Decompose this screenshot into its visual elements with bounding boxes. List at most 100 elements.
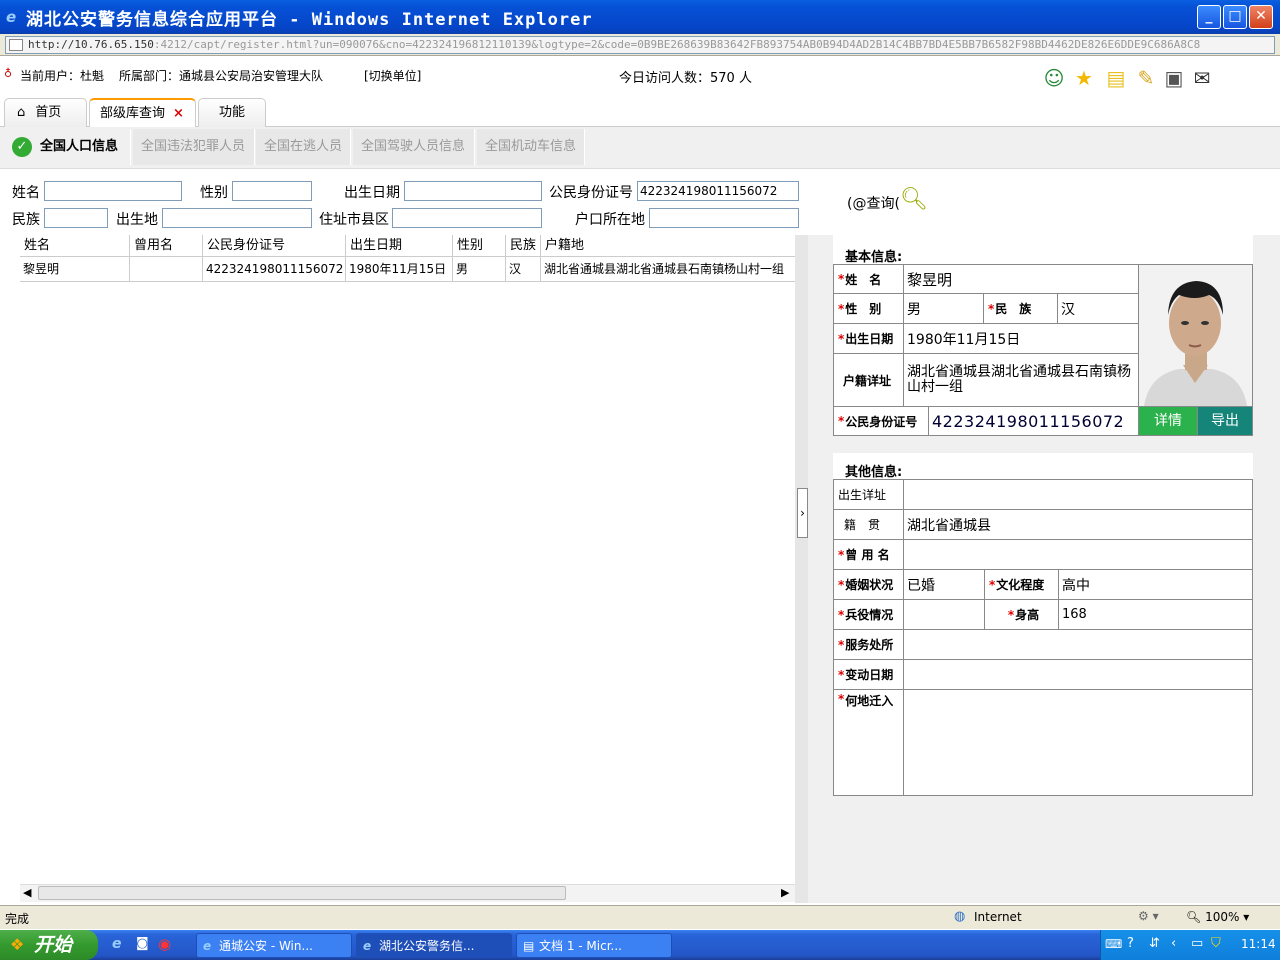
table-cell[interactable]: 422324198011156072 — [203, 257, 346, 282]
col-household[interactable]: 户籍地 — [541, 235, 795, 257]
tray-arrow-icon[interactable]: ‹ — [1171, 936, 1176, 951]
help-icon[interactable]: ? — [1127, 936, 1134, 951]
start-button[interactable]: ❖ 开始 — [0, 930, 98, 960]
col-alias[interactable]: 曾用名 — [130, 235, 203, 257]
status-bar: 完成 ◍ Internet ⚙ ▾ 🔍︎ 100% ▾ — [0, 905, 1280, 929]
export-button[interactable]: 导出 — [1197, 406, 1253, 436]
user-bar: ♁ 当前用户：杜魁 所属部门：通城县公安局治安管理大队 [切换单位] 今日访问人… — [0, 57, 1280, 95]
task-hubei-platform[interactable]: e 湖北公安警务信... — [356, 933, 512, 958]
table-cell[interactable]: 男 — [453, 257, 506, 282]
search-icon[interactable]: 🔍︎ — [900, 187, 928, 212]
tab-function[interactable]: 功能 — [198, 98, 266, 127]
url-host: http://10.76.65.150 — [28, 38, 154, 51]
name-label: 姓名 — [12, 185, 40, 201]
id-card-icon[interactable]: ▣ — [1162, 66, 1186, 90]
clock[interactable]: 11:14 — [1241, 937, 1276, 951]
task-tongcheng[interactable]: e 通城公安 - Win... — [196, 933, 352, 958]
star-icon[interactable]: ★ — [1072, 66, 1096, 90]
ie-quicklaunch-icon[interactable]: e — [112, 936, 122, 952]
birthdate-input[interactable] — [404, 181, 542, 201]
address-bar: http://10.76.65.150:4212/capt/register.h… — [0, 34, 1280, 56]
word-task-icon: ▤ — [523, 939, 535, 953]
switch-unit-link[interactable]: [切换单位] — [364, 67, 421, 84]
visit-count: 今日访问人数：570 人 — [619, 71, 752, 86]
close-button[interactable]: ✕ — [1249, 5, 1273, 29]
detail-button[interactable]: 详情 — [1138, 406, 1198, 436]
id-label: 公民身份证号 — [549, 185, 633, 201]
tab-home[interactable]: ⌂ 首页 — [4, 98, 87, 127]
gender-field-label: * 性 别 — [833, 293, 904, 324]
birthplace-input[interactable] — [162, 208, 312, 228]
edu-value: 高中 — [1058, 569, 1253, 600]
gender-value: 男 — [903, 293, 984, 324]
table-cell[interactable]: 汉 — [506, 257, 541, 282]
person-photo — [1138, 264, 1253, 407]
gender-input[interactable] — [232, 181, 312, 201]
household-input[interactable] — [649, 208, 799, 228]
col-birth[interactable]: 出生日期 — [346, 235, 453, 257]
maximize-button[interactable]: □ — [1223, 5, 1247, 29]
mail-icon[interactable]: ✉ — [1190, 66, 1214, 90]
ethnic-label: 民族 — [12, 212, 40, 228]
table-cell[interactable]: 1980年11月15日 — [346, 257, 453, 282]
ie-task-icon: e — [203, 939, 212, 953]
query-button[interactable]: (@查询( — [847, 193, 900, 213]
table-cell[interactable]: 湖北省通城县湖北省通城县石南镇杨山村一组 — [541, 257, 795, 282]
splitter[interactable]: › — [795, 235, 808, 903]
support-icon[interactable]: ☺ — [1042, 66, 1066, 90]
protected-mode-icon[interactable]: ⚙ ▾ — [1138, 909, 1159, 923]
portrait-image — [1139, 265, 1252, 406]
collapse-arrow-icon[interactable]: › — [797, 488, 808, 538]
gender-label: 性别 — [200, 185, 228, 201]
scroll-left-icon[interactable]: ◀ — [23, 886, 31, 899]
grid-gutter — [0, 235, 20, 903]
monitor-icon[interactable]: ▭ — [1191, 936, 1203, 951]
birthplace-value — [903, 479, 1253, 510]
alias-field-label: * 曾 用 名 — [833, 539, 904, 570]
result-grid: 姓名 曾用名 公民身份证号 出生日期 性别 民族 户籍地 黎昱明 4223241… — [20, 235, 795, 885]
task-word-document[interactable]: ▤ 文档 1 - Micr... — [516, 933, 672, 958]
subtab-driver[interactable]: 全国驾驶人员信息 — [353, 129, 475, 165]
name-input[interactable] — [44, 181, 182, 201]
subtab-vehicle[interactable]: 全国机动车信息 — [477, 129, 585, 165]
table-cell[interactable]: 黎昱明 — [20, 257, 130, 282]
notepad-icon[interactable]: ▤ — [1104, 66, 1128, 90]
county-input[interactable] — [392, 208, 542, 228]
url-field[interactable]: http://10.76.65.150:4212/capt/register.h… — [5, 36, 1275, 54]
subtab-fugitive[interactable]: 全国在逃人员 — [256, 129, 351, 165]
tab-home-label: 首页 — [35, 105, 62, 120]
col-name[interactable]: 姓名 — [20, 235, 130, 257]
scroll-right-icon[interactable]: ▶ — [781, 886, 789, 899]
col-gender[interactable]: 性别 — [453, 235, 506, 257]
scroll-thumb[interactable] — [38, 886, 566, 900]
table-cell[interactable] — [130, 257, 203, 282]
desktop-quicklaunch-icon[interactable]: ◙ — [136, 936, 149, 951]
database-tabs: ✓ 全国人口信息 全国违法犯罪人员 全国在逃人员 全国驾驶人员信息 全国机动车信息 — [0, 127, 1280, 169]
minimize-button[interactable]: _ — [1197, 5, 1221, 29]
check-icon: ✓ — [12, 136, 32, 157]
col-ethnic[interactable]: 民族 — [506, 235, 541, 257]
current-user: 当前用户：杜魁 — [20, 69, 105, 83]
ethnic-input[interactable] — [44, 208, 108, 228]
subtab-population[interactable]: ✓ 全国人口信息 — [4, 129, 131, 165]
birth-field-label: * 出生日期 — [833, 323, 904, 354]
url-rest: :4212/capt/register.html?un=090076&cno=4… — [153, 38, 1201, 51]
tab-query[interactable]: 部级库查询 × — [89, 98, 196, 128]
household-label: 户口所在地 — [575, 212, 645, 228]
keyboard-icon[interactable]: ⌨ — [1105, 937, 1122, 951]
birthplace-field-label: 出生详址 — [833, 479, 904, 510]
shield-icon[interactable]: ⛉ — [1211, 936, 1221, 951]
tab-close-icon[interactable]: × — [173, 106, 184, 121]
col-id[interactable]: 公民身份证号 — [203, 235, 346, 257]
subtab-criminal[interactable]: 全国违法犯罪人员 — [133, 129, 255, 165]
page-icon — [9, 39, 23, 51]
tools-icon[interactable]: ✎ — [1134, 66, 1158, 90]
tab-query-label: 部级库查询 — [100, 106, 166, 121]
zoom-level[interactable]: 🔍︎ 100% ▾ — [1186, 910, 1249, 924]
service-field-label: * 服务处所 — [833, 629, 904, 660]
ethnic-value: 汉 — [1057, 293, 1139, 324]
id-input[interactable]: 422324198011156072 — [637, 181, 799, 201]
horizontal-scrollbar[interactable]: ◀ ▶ — [20, 884, 795, 902]
chrome-quicklaunch-icon[interactable]: ◉ — [158, 935, 171, 953]
network-icon[interactable]: ⇵ — [1149, 936, 1160, 951]
